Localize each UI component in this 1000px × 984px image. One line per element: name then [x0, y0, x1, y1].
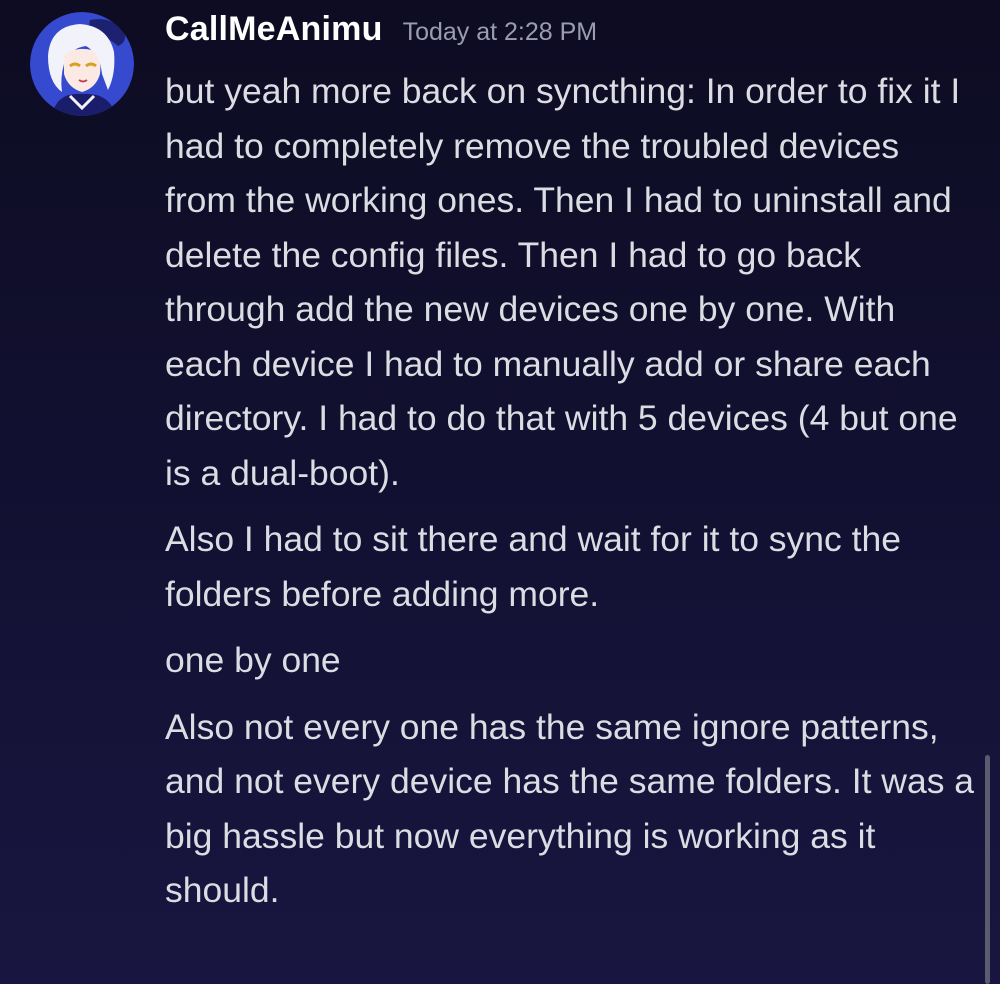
message-list: but yeah more back on syncthing: In orde…	[165, 64, 975, 930]
message-text[interactable]: Also not every one has the same ignore p…	[165, 700, 975, 918]
message-text[interactable]: one by one	[165, 633, 975, 688]
username[interactable]: CallMeAnimu	[165, 10, 383, 49]
message-header: CallMeAnimu Today at 2:28 PM	[165, 10, 597, 54]
anime-character-avatar-icon	[30, 12, 134, 116]
message-text[interactable]: Also I had to sit there and wait for it …	[165, 512, 975, 621]
message-group: CallMeAnimu Today at 2:28 PM but yeah mo…	[0, 0, 1000, 984]
message-text[interactable]: but yeah more back on syncthing: In orde…	[165, 64, 975, 500]
avatar[interactable]	[30, 12, 134, 116]
timestamp[interactable]: Today at 2:28 PM	[403, 18, 598, 47]
scrollbar[interactable]	[985, 755, 990, 984]
